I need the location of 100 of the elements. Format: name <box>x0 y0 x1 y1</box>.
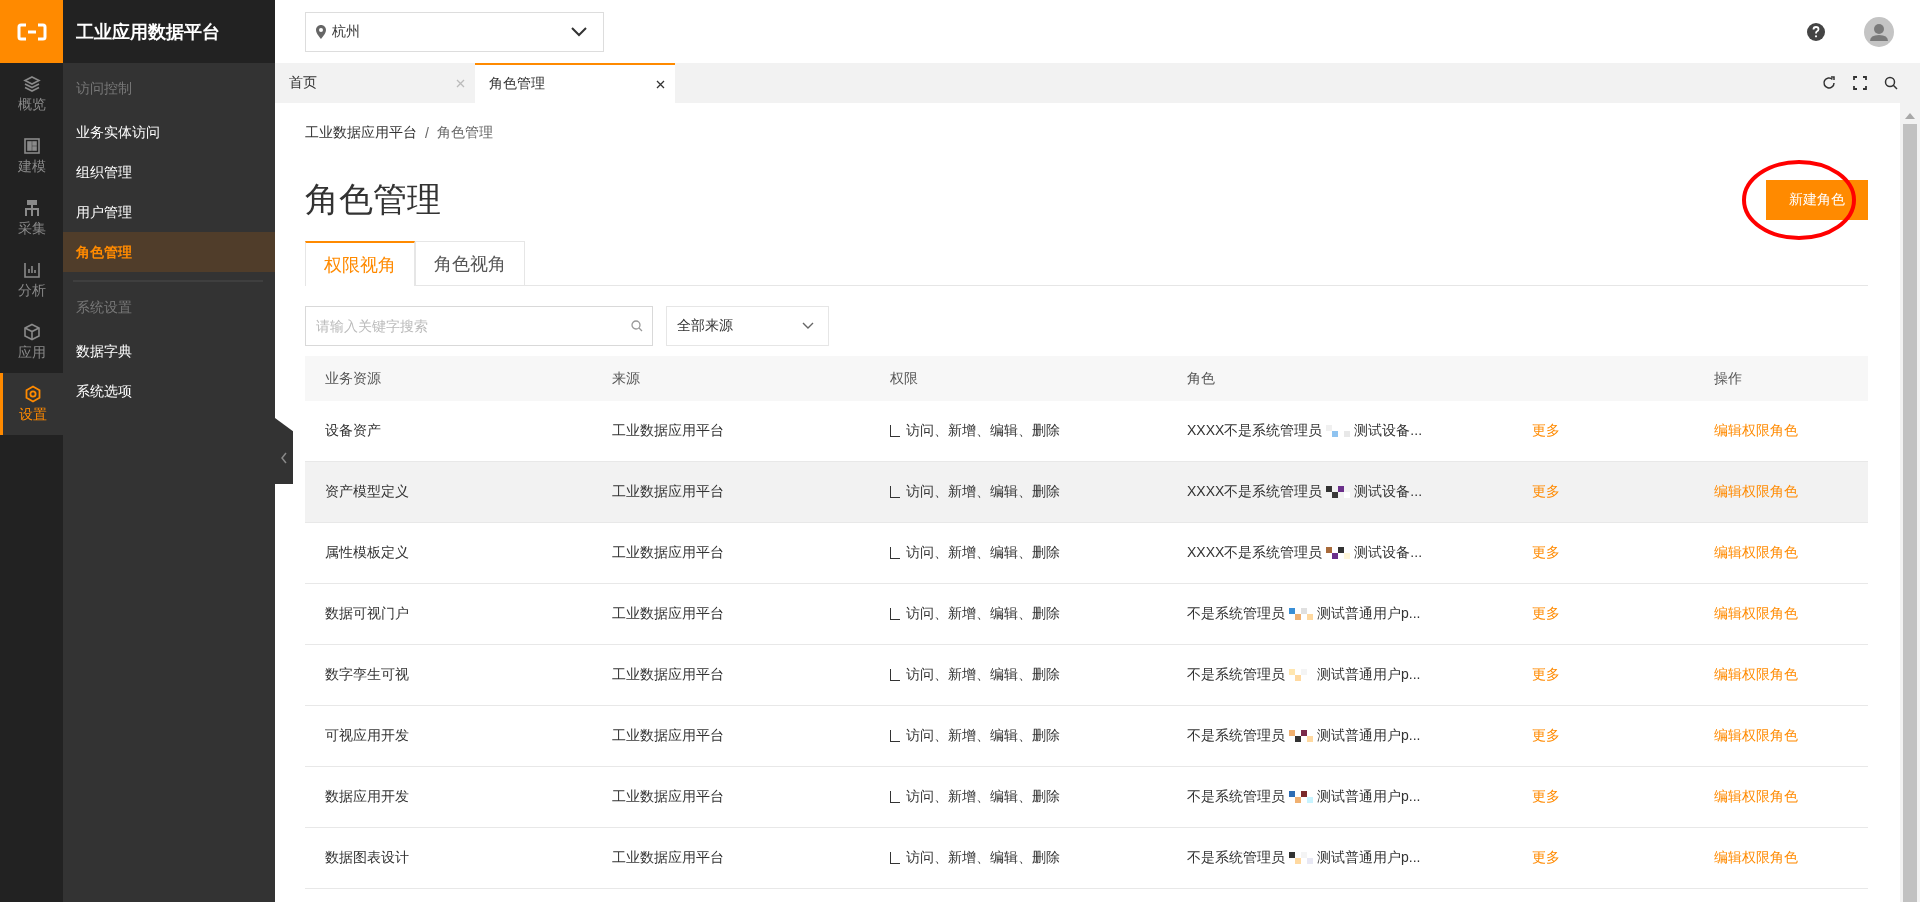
nav-rail-item[interactable]: 采集 <box>0 187 63 249</box>
table-cell: 不是系统管理员 <box>1187 605 1285 623</box>
table-cell: 不是系统管理员 <box>1187 849 1285 867</box>
scrollbar-thumb[interactable] <box>1903 124 1917 902</box>
help-icon[interactable] <box>1806 21 1826 42</box>
breadcrumb-separator: / <box>425 125 429 141</box>
table-cell: 访问、新增、编辑、删除 <box>906 666 1060 684</box>
cube-icon <box>22 322 41 341</box>
edit-roles-link[interactable]: 编辑权限角色 <box>1714 727 1798 743</box>
tree-elbow-icon <box>890 547 900 559</box>
table-cell: 测试设备... <box>1354 483 1423 501</box>
table-cell-text: 数据图表设计 <box>325 849 410 867</box>
more-link[interactable]: 更多 <box>1532 666 1560 682</box>
avatar-icon[interactable] <box>1864 16 1894 47</box>
table-cell-text: 工业数据应用平台 <box>612 849 725 867</box>
column-header: 业务资源 <box>325 369 382 388</box>
table-row[interactable]: 可视应用开发 工业数据应用平台 访问、新增、编辑、删除 不是系统管理员 测试普通用户p... 更多 编辑权限角色 <box>305 706 1868 767</box>
search-icon[interactable] <box>1884 76 1898 90</box>
table-cell-text: 数字孪生可视 <box>325 666 410 684</box>
fullscreen-icon[interactable] <box>1853 76 1867 90</box>
tree-elbow-icon <box>890 852 900 864</box>
nav-section-heading: 访问控制 <box>75 79 133 98</box>
column-header: 角色 <box>1187 369 1216 388</box>
nav-rail-item[interactable]: 分析 <box>0 249 63 311</box>
location-pin-icon <box>316 24 326 39</box>
tree-elbow-icon <box>890 791 900 803</box>
more-link[interactable]: 更多 <box>1532 422 1560 438</box>
table-cell-text: 工业数据应用平台 <box>612 483 725 501</box>
more-link[interactable]: 更多 <box>1532 544 1560 560</box>
chevron-left-icon <box>280 452 288 464</box>
edit-roles-link[interactable]: 编辑权限角色 <box>1714 849 1798 865</box>
table-cell-text: 工业数据应用平台 <box>612 605 725 623</box>
table-cell: 访问、新增、编辑、删除 <box>906 605 1060 623</box>
nav-rail-item[interactable]: 设置 <box>0 373 63 435</box>
city-dropdown[interactable]: 杭州 <box>305 11 604 52</box>
nav-item[interactable]: 数据字典 <box>63 331 275 371</box>
table-cell: XXXX不是系统管理员 <box>1187 544 1323 562</box>
table-row[interactable]: 数字孪生可视 工业数据应用平台 访问、新增、编辑、删除 不是系统管理员 测试普通用户p... 更多 编辑权限角色 <box>305 645 1868 706</box>
table-cell: 测试普通用户p... <box>1317 727 1421 745</box>
table-row[interactable]: 属性模板定义 工业数据应用平台 访问、新增、编辑、删除 XXXX不是系统管理员 测试设备... 更多 编辑权限角色 <box>305 523 1868 584</box>
nav-rail-item[interactable]: 概览 <box>0 63 63 125</box>
scrollbar[interactable] <box>1900 103 1920 902</box>
tree-elbow-icon <box>890 608 900 620</box>
table-row[interactable]: 数据可视门户 工业数据应用平台 访问、新增、编辑、删除 不是系统管理员 测试普通用户p... 更多 编辑权限角色 <box>305 584 1868 645</box>
nav-item[interactable]: 用户管理 <box>63 192 275 232</box>
close-icon[interactable] <box>656 79 665 89</box>
table-cell-text: 数据应用开发 <box>325 788 410 806</box>
search-field[interactable]: 请输入关键字搜索 <box>305 306 653 346</box>
nav-item[interactable]: 组织管理 <box>63 152 275 192</box>
redaction-mosaic <box>1289 605 1313 623</box>
network-icon <box>22 198 41 217</box>
page-tab[interactable]: 首页 <box>275 63 475 103</box>
table-cell: 访问、新增、编辑、删除 <box>906 544 1060 562</box>
breadcrumb-link[interactable]: 工业数据应用平台 <box>305 124 417 142</box>
nav-item[interactable]: 系统选项 <box>63 371 275 411</box>
table-cell: 测试设备... <box>1354 544 1423 562</box>
table-cell: 不是系统管理员 <box>1187 727 1285 745</box>
table-cell: 测试普通用户p... <box>1317 666 1421 684</box>
table-cell: 测试设备... <box>1354 422 1423 440</box>
table-row[interactable]: 数据图表设计 工业数据应用平台 访问、新增、编辑、删除 不是系统管理员 测试普通用户p... 更多 编辑权限角色 <box>305 828 1868 889</box>
more-link[interactable]: 更多 <box>1532 727 1560 743</box>
tree-elbow-icon <box>890 425 900 437</box>
table-cell: 测试普通用户p... <box>1317 788 1421 806</box>
more-link[interactable]: 更多 <box>1532 788 1560 804</box>
edit-roles-link[interactable]: 编辑权限角色 <box>1714 666 1798 682</box>
tree-elbow-icon <box>890 669 900 681</box>
view-tab[interactable]: 角色视角 <box>415 241 525 285</box>
edit-roles-link[interactable]: 编辑权限角色 <box>1714 605 1798 621</box>
table-cell-text: 设备资产 <box>325 422 382 440</box>
edit-roles-link[interactable]: 编辑权限角色 <box>1714 788 1798 804</box>
nav-item[interactable]: 角色管理 <box>63 232 275 272</box>
nav-rail-item[interactable]: 建模 <box>0 125 63 187</box>
edit-roles-link[interactable]: 编辑权限角色 <box>1714 422 1798 438</box>
table-cell: 访问、新增、编辑、删除 <box>906 788 1060 806</box>
table-cell: XXXX不是系统管理员 <box>1187 483 1323 501</box>
column-header: 来源 <box>612 369 641 388</box>
view-tab[interactable]: 权限视角 <box>305 241 415 286</box>
nav-rail-item[interactable]: 应用 <box>0 311 63 373</box>
redaction-mosaic <box>1289 788 1313 806</box>
chart-icon <box>22 260 41 279</box>
table-cell: 访问、新增、编辑、删除 <box>906 849 1060 867</box>
table-cell-text: 属性模板定义 <box>325 544 410 562</box>
tree-elbow-icon <box>890 486 900 498</box>
table-row[interactable]: 数据应用开发 工业数据应用平台 访问、新增、编辑、删除 不是系统管理员 测试普通用户p... 更多 编辑权限角色 <box>305 767 1868 828</box>
table-cell: 测试普通用户p... <box>1317 849 1421 867</box>
more-link[interactable]: 更多 <box>1532 849 1560 865</box>
table-cell-text: 工业数据应用平台 <box>612 422 725 440</box>
more-link[interactable]: 更多 <box>1532 605 1560 621</box>
edit-roles-link[interactable]: 编辑权限角色 <box>1714 544 1798 560</box>
table-cell-text: 可视应用开发 <box>325 727 410 745</box>
page-tab[interactable]: 角色管理 <box>475 63 675 103</box>
refresh-icon[interactable] <box>1822 76 1836 90</box>
nav-item[interactable]: 业务实体访问 <box>63 112 275 152</box>
page-title: 角色管理 <box>305 179 441 220</box>
table-cell-text: 工业数据应用平台 <box>612 788 725 806</box>
settings-icon <box>24 384 42 403</box>
source-dropdown[interactable]: 全部来源 <box>666 306 829 346</box>
table-cell-text: 工业数据应用平台 <box>612 727 725 745</box>
redaction-mosaic <box>1289 849 1313 867</box>
table-cell-text: 工业数据应用平台 <box>612 666 725 684</box>
